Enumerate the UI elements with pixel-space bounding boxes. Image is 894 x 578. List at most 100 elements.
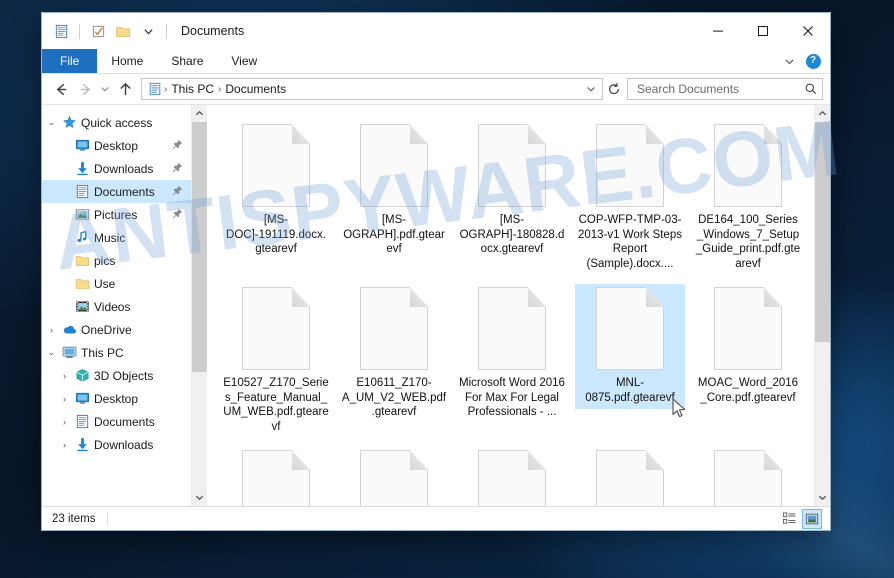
sidebar-item-use[interactable]: Use [42, 272, 191, 295]
sidebar-item-desktop[interactable]: › Desktop [42, 387, 191, 410]
file-tile[interactable]: COP-WFP-TMP-03-2013-v1 Work Steps Report… [571, 115, 689, 278]
maximize-button[interactable] [740, 13, 785, 49]
details-view-button[interactable] [779, 509, 799, 529]
file-tile-inner: Microsoft Word 2016 For Max For Legal Pr… [457, 284, 567, 424]
folder-icon[interactable] [112, 20, 134, 42]
file-tile-inner [339, 447, 449, 506]
file-tile[interactable]: [MS-OGRAPH]-180828.docx.gtearevf [453, 115, 571, 278]
file-tile[interactable]: E10527_Z170_Series_Feature_Manual_UM_WEB… [217, 278, 335, 441]
file-tile[interactable]: MOAC_Word_2016_Core.pdf.gtearevf [689, 278, 807, 441]
tab-share[interactable]: Share [157, 49, 217, 73]
generic-file-icon [714, 124, 782, 207]
chevron-down-icon[interactable] [778, 51, 800, 71]
minimize-button[interactable] [695, 13, 740, 49]
tab-view[interactable]: View [217, 49, 271, 73]
refresh-icon[interactable] [603, 82, 625, 96]
pin-icon[interactable] [172, 185, 183, 199]
videos-icon [72, 299, 92, 314]
file-tile[interactable]: [MS-DOC]-191119.docx.gtearevf [217, 115, 335, 278]
file-tile[interactable] [571, 441, 689, 506]
checkbox-icon[interactable] [87, 20, 109, 42]
chevron-right-icon[interactable]: › [44, 325, 59, 335]
sidebar-item-downloads[interactable]: Downloads [42, 157, 191, 180]
breadcrumb-dropdown-icon[interactable] [582, 84, 600, 94]
sidebar-item-label: Pictures [94, 207, 138, 222]
generic-file-icon [596, 287, 664, 370]
sidebar-item-desktop[interactable]: Desktop [42, 134, 191, 157]
chevron-right-icon[interactable]: › [57, 394, 72, 404]
search-icon[interactable] [804, 82, 818, 96]
breadcrumb-item-this-pc[interactable]: This PC [168, 82, 217, 96]
large-icons-view-button[interactable] [802, 508, 822, 529]
tab-home[interactable]: Home [97, 49, 157, 73]
file-tile[interactable] [453, 441, 571, 506]
sidebar-item-documents[interactable]: Documents [42, 180, 191, 203]
file-tile-inner: MNL-0875.pdf.gtearevf [575, 284, 685, 409]
sidebar-item-downloads[interactable]: › Downloads [42, 433, 191, 456]
sidebar-item-pics[interactable]: pics [42, 249, 191, 272]
tab-file[interactable]: File [42, 49, 98, 73]
properties-icon[interactable] [50, 20, 72, 42]
file-tile[interactable] [689, 441, 807, 506]
file-name-label: MOAC_Word_2016_Core.pdf.gtearevf [697, 377, 799, 404]
file-tile[interactable]: MNL-0875.pdf.gtearevf [571, 278, 689, 441]
help-icon[interactable]: ? [802, 51, 824, 71]
chevron-right-icon[interactable]: › [57, 371, 72, 381]
address-bar: › This PC › Documents [42, 74, 830, 105]
file-scroll-track[interactable] [815, 122, 830, 489]
pin-icon[interactable] [172, 162, 183, 176]
scroll-down-icon[interactable] [192, 489, 207, 506]
onedrive-icon [59, 322, 79, 337]
recent-locations-button[interactable] [97, 77, 113, 101]
documents-icon [72, 184, 92, 199]
back-button[interactable] [49, 77, 73, 101]
sidebar-item-onedrive[interactable]: › OneDrive [42, 318, 191, 341]
file-scroll-thumb[interactable] [815, 122, 830, 343]
scroll-up-icon[interactable] [192, 105, 207, 122]
up-button[interactable] [113, 77, 137, 101]
file-tile[interactable]: E10611_Z170-A_UM_V2_WEB.pdf.gtearevf [335, 278, 453, 441]
generic-file-icon [714, 450, 782, 506]
sidebar-item-this-pc[interactable]: ⌄ This PC [42, 341, 191, 364]
file-tile-inner: E10527_Z170_Series_Feature_Manual_UM_WEB… [221, 284, 331, 438]
file-tile[interactable] [217, 441, 335, 506]
breadcrumb[interactable]: › This PC › Documents [141, 78, 603, 100]
folder-icon [72, 276, 92, 291]
scroll-down-icon[interactable] [815, 489, 830, 506]
customize-dropdown-icon[interactable] [137, 20, 159, 42]
chevron-down-icon[interactable]: ⌄ [44, 347, 59, 358]
close-button[interactable] [785, 13, 830, 49]
sidebar-item-music[interactable]: Music [42, 226, 191, 249]
chevron-right-icon[interactable]: › [57, 417, 72, 427]
navigation-scroll-thumb[interactable] [192, 122, 207, 372]
file-tile[interactable]: [MS-OGRAPH].pdf.gtearevf [335, 115, 453, 278]
sidebar-item-videos[interactable]: Videos [42, 295, 191, 318]
sidebar-item-documents[interactable]: › Documents [42, 410, 191, 433]
sidebar-item-label: Desktop [94, 138, 139, 153]
scroll-up-icon[interactable] [815, 105, 830, 122]
file-name-label: [MS-OGRAPH]-180828.docx.gtearevf [459, 214, 565, 255]
generic-file-icon [478, 124, 546, 207]
sidebar-item-3d-objects[interactable]: › 3D Objects [42, 364, 191, 387]
pin-icon[interactable] [172, 208, 183, 222]
navigation-pane-scrollbar[interactable] [191, 105, 207, 506]
file-tile[interactable]: DE164_100_Series_Windows_7_Setup_Guide_p… [689, 115, 807, 278]
forward-button[interactable] [73, 77, 97, 101]
navigation-scroll-track[interactable] [192, 122, 207, 489]
chevron-right-icon[interactable]: › [57, 440, 72, 450]
sidebar-item-label: This PC [81, 345, 124, 360]
sidebar-item-pictures[interactable]: Pictures [42, 203, 191, 226]
file-tile[interactable]: Microsoft Word 2016 For Max For Legal Pr… [453, 278, 571, 441]
breadcrumb-item-documents[interactable]: Documents [222, 82, 289, 96]
file-list-scrollbar[interactable] [814, 105, 830, 506]
search-input[interactable] [635, 81, 804, 97]
chevron-down-icon[interactable]: ⌄ [44, 117, 59, 128]
star-pin-icon [59, 115, 79, 130]
pin-icon[interactable] [172, 139, 183, 153]
file-name-label: COP-WFP-TMP-03-2013-v1 Work Steps Report… [578, 214, 682, 270]
file-list-area[interactable]: [MS-DOC]-191119.docx.gtearevf [MS-OGRAPH]… [207, 105, 814, 506]
search-box[interactable] [627, 78, 823, 100]
file-tile[interactable] [335, 441, 453, 506]
sidebar-item-quick-access[interactable]: ⌄ Quick access [42, 111, 191, 134]
qat-divider-2 [166, 23, 167, 39]
